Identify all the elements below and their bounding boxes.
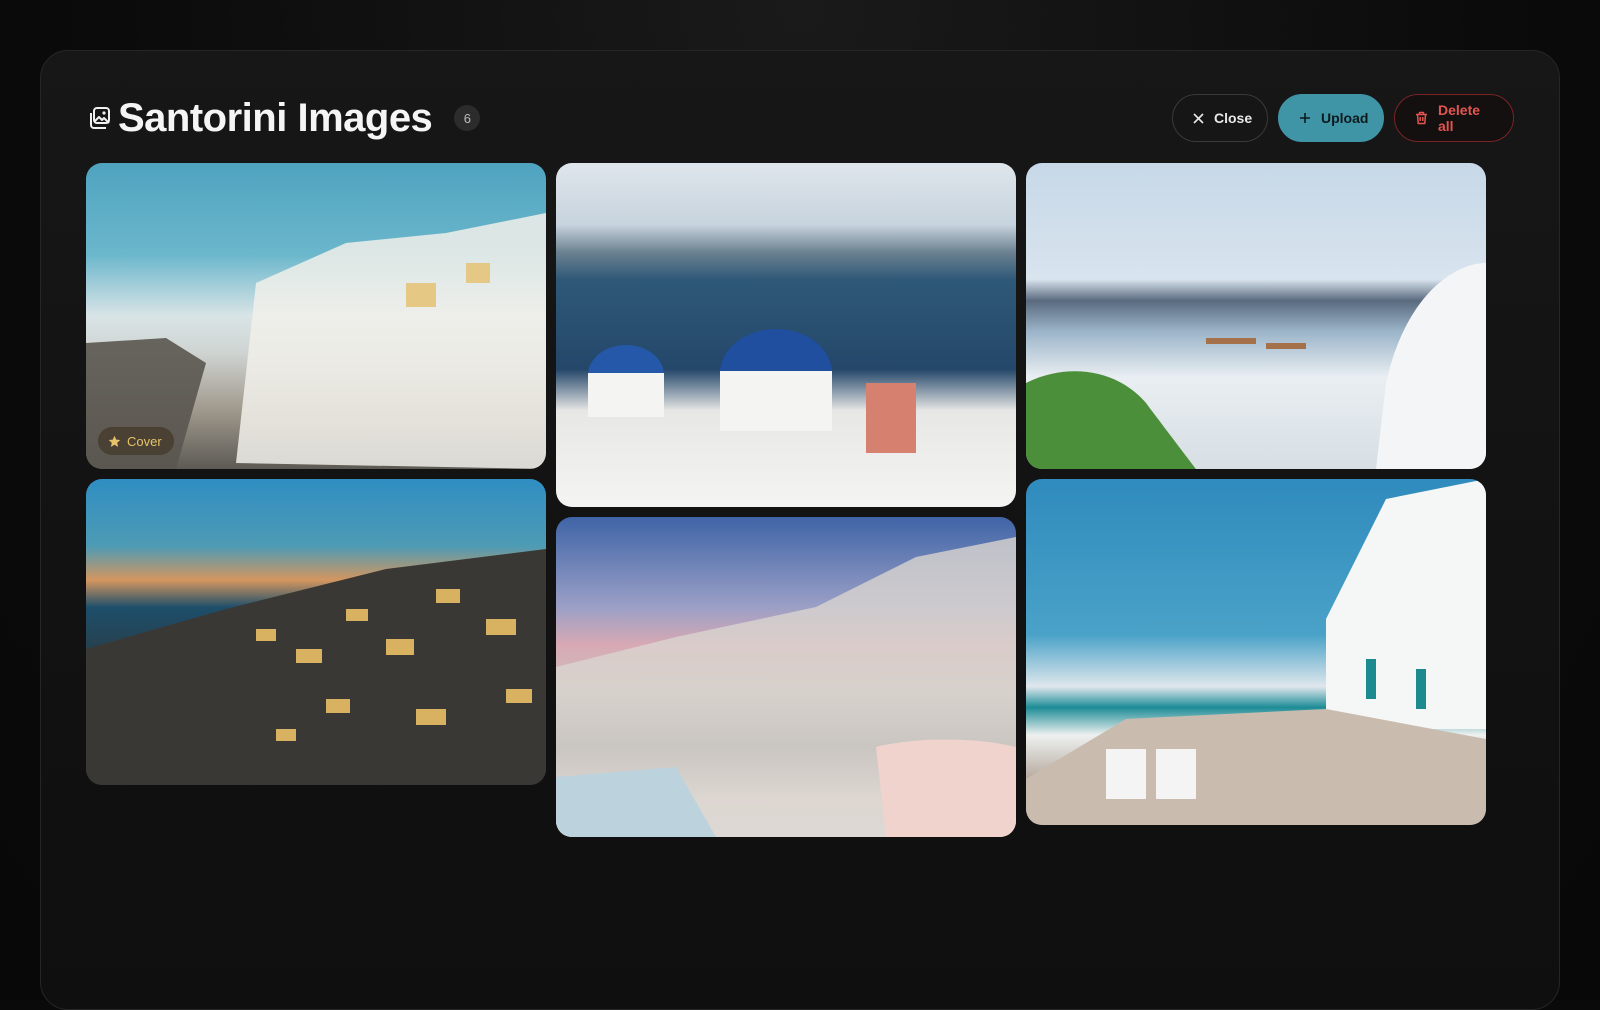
close-button-label: Close [1214,110,1253,126]
dusk-village-illustration [86,549,546,785]
image-gallery: Cover [86,163,1486,843]
sunset-village-illustration [556,537,1016,837]
waterfront-illustration [1026,479,1486,825]
image-count-badge: 6 [454,105,481,131]
page-title: Santorini Images [118,96,433,140]
domes-illustration [588,329,916,453]
image-tile[interactable] [556,517,1016,837]
delete-all-button[interactable]: Delete all [1394,94,1514,142]
image-tile[interactable] [1026,163,1486,469]
upload-button[interactable]: Upload [1278,94,1384,142]
gallery-dialog: Santorini Images 6 Close Upload Delete a… [40,50,1560,1010]
cover-label: Cover [127,433,162,449]
close-icon [1193,112,1204,124]
dialog-header: Santorini Images 6 Close Upload Delete a… [86,94,1514,142]
terrace-illustration [1026,263,1486,469]
delete-all-button-label: Delete all [1438,102,1481,134]
image-tile[interactable]: Cover [86,163,546,469]
village-illustration [86,213,546,469]
star-icon [108,435,121,447]
trash-icon [1416,111,1427,125]
cover-badge: Cover [98,427,174,455]
image-stack-icon [86,105,112,131]
close-button[interactable]: Close [1172,94,1268,142]
image-tile[interactable] [1026,479,1486,825]
plus-icon [1300,113,1310,123]
image-tile[interactable] [556,163,1016,507]
image-tile[interactable] [86,479,546,785]
upload-button-label: Upload [1321,110,1369,126]
header-actions: Close Upload Delete all [1172,94,1514,142]
